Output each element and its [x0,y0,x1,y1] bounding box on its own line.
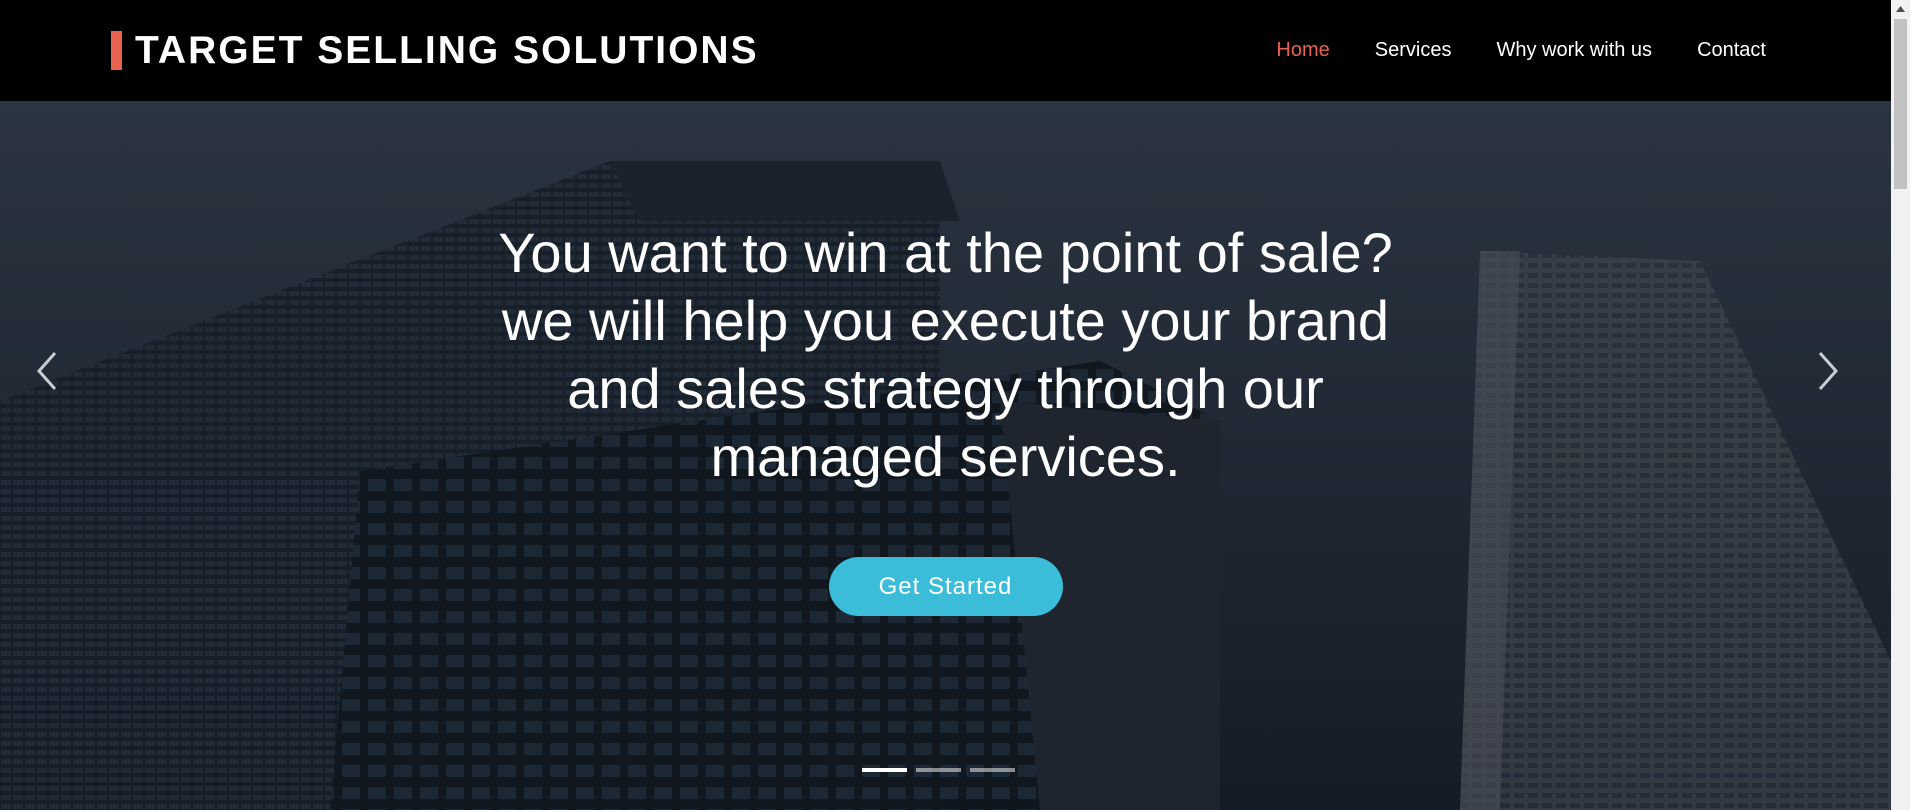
nav-link-why-work-with-us[interactable]: Why work with us [1496,39,1652,62]
brand-name[interactable]: TARGET SELLING SOLUTIONS [135,31,759,70]
page: TARGET SELLING SOLUTIONS Home Services W… [0,0,1910,810]
main-nav: Home Services Why work with us Contact [1276,39,1766,62]
hero-headline-line-4: managed services. [710,425,1181,488]
brand-logo[interactable]: TARGET SELLING SOLUTIONS [111,31,759,70]
nav-link-contact[interactable]: Contact [1697,39,1766,62]
chevron-left-icon [36,352,57,390]
carousel-prev-button[interactable] [27,347,67,395]
hero-headline: You want to win at the point of sale? we… [476,219,1416,491]
carousel-indicators [862,768,1015,772]
nav-link-home[interactable]: Home [1276,39,1329,62]
hero-headline-line-2: we will help you execute your brand [501,289,1390,352]
hero-content: You want to win at the point of sale? we… [0,219,1891,616]
hero-headline-line-1: You want to win at the point of sale? [498,221,1393,284]
chevron-right-icon [1818,352,1839,390]
page-scrollbar[interactable] [1891,0,1910,810]
scrollbar-thumb[interactable] [1894,19,1907,189]
site-header: TARGET SELLING SOLUTIONS Home Services W… [0,0,1891,101]
nav-link-services[interactable]: Services [1375,39,1452,62]
carousel-indicator-1[interactable] [862,768,907,772]
get-started-button[interactable]: Get Started [828,557,1063,616]
hero-carousel: You want to win at the point of sale? we… [0,101,1891,810]
carousel-indicator-3[interactable] [970,768,1015,772]
hero-headline-line-3: and sales strategy through our [567,357,1324,420]
carousel-indicator-2[interactable] [916,768,961,772]
scroll-up-arrow-icon[interactable] [1891,0,1910,17]
brand-accent-bar [111,31,122,70]
carousel-next-button[interactable] [1808,347,1848,395]
